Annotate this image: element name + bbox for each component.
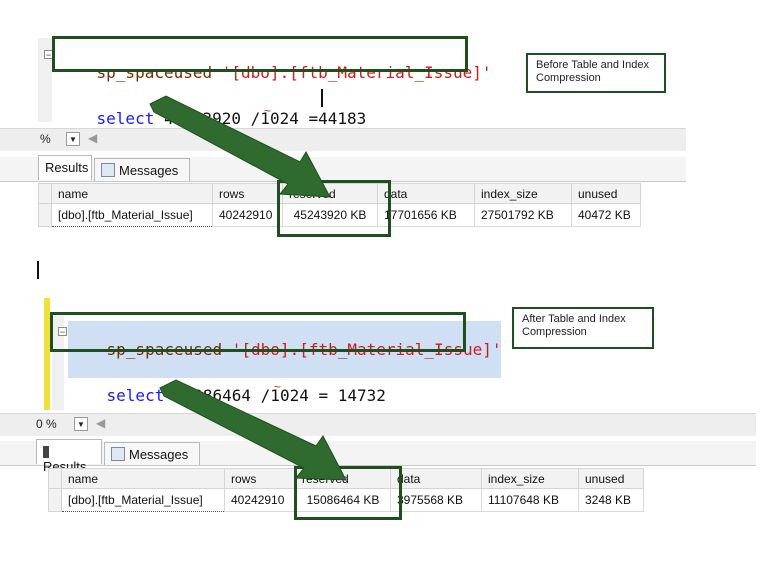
calc-keyword: select: [96, 109, 155, 128]
zoom-dropdown[interactable]: ▼: [66, 132, 80, 146]
col-rows[interactable]: rows: [212, 183, 283, 204]
col-unused[interactable]: unused: [578, 468, 644, 489]
reserved-highlight-box: [294, 466, 402, 520]
cell-unused[interactable]: 40472 KB: [571, 203, 641, 227]
calc-keyword: select: [106, 386, 165, 405]
col-data[interactable]: data: [390, 468, 482, 489]
tab-messages-label: Messages: [119, 163, 179, 178]
tab-messages[interactable]: Messages: [94, 158, 190, 181]
tab-results-label: Results: [45, 160, 89, 175]
row-header-corner: [38, 183, 52, 204]
cell-index-size[interactable]: 27501792 KB: [474, 203, 572, 227]
cell-rows[interactable]: 40242910: [212, 203, 283, 227]
error-squiggle: ~: [274, 380, 282, 394]
messages-icon: [111, 447, 125, 461]
row-header-corner: [48, 468, 62, 489]
calc-result: 14732: [337, 386, 386, 405]
scroll-left-icon[interactable]: ◀: [88, 131, 97, 145]
row-selector[interactable]: [38, 203, 52, 227]
zoom-level[interactable]: 0 %: [36, 417, 57, 431]
zoom-bar: [0, 413, 756, 436]
calc-op: /1024: [260, 386, 309, 405]
col-index-size[interactable]: index_size: [474, 183, 572, 204]
calc-op: /1024: [250, 109, 299, 128]
tab-results[interactable]: Results: [36, 439, 102, 474]
before-note: Before Table and Index Compression: [526, 53, 666, 93]
col-rows[interactable]: rows: [224, 468, 296, 489]
tab-results[interactable]: Results: [38, 155, 92, 180]
reserved-highlight-box: [277, 180, 391, 237]
col-index-size[interactable]: index_size: [481, 468, 579, 489]
zoom-bar: [0, 128, 686, 151]
before-panel: − sp_spaceused '[dbo].[ftb_Material_Issu…: [0, 0, 778, 240]
tab-messages[interactable]: Messages: [104, 442, 200, 465]
calc-value: 45243920: [163, 109, 242, 128]
col-unused[interactable]: unused: [571, 183, 641, 204]
col-name[interactable]: name: [51, 183, 213, 204]
query-highlight-box: [50, 312, 466, 352]
cell-name[interactable]: [dbo].[ftb_Material_Issue]: [51, 203, 213, 227]
calc-eq: =: [318, 386, 329, 405]
text-cursor: [37, 261, 39, 279]
grid-icon: [43, 446, 49, 458]
row-selector[interactable]: [48, 488, 62, 512]
calc-eq: =: [308, 109, 319, 128]
scroll-left-icon[interactable]: ◀: [96, 416, 105, 430]
cell-data[interactable]: 17701656 KB: [377, 203, 475, 227]
messages-icon: [101, 163, 115, 177]
zoom-dropdown[interactable]: ▼: [74, 417, 88, 431]
after-note: After Table and Index Compression: [512, 307, 654, 349]
query-highlight-box: [52, 36, 468, 72]
cell-index-size[interactable]: 11107648 KB: [481, 488, 579, 512]
cell-data[interactable]: 3975568 KB: [390, 488, 482, 512]
after-panel: − sp_spaceused '[dbo].[ftb_Material_Issu…: [0, 296, 778, 526]
col-data[interactable]: data: [377, 183, 475, 204]
cell-rows[interactable]: 40242910: [224, 488, 296, 512]
calc-value: 15086464: [173, 386, 252, 405]
error-squiggle: ~: [264, 104, 272, 118]
col-name[interactable]: name: [61, 468, 225, 489]
text-caret: [321, 89, 323, 107]
cell-name[interactable]: [dbo].[ftb_Material_Issue]: [61, 488, 225, 512]
zoom-level[interactable]: %: [40, 132, 51, 146]
tab-messages-label: Messages: [129, 447, 189, 462]
calc-result: 44183: [318, 109, 367, 128]
cell-unused[interactable]: 3248 KB: [578, 488, 644, 512]
